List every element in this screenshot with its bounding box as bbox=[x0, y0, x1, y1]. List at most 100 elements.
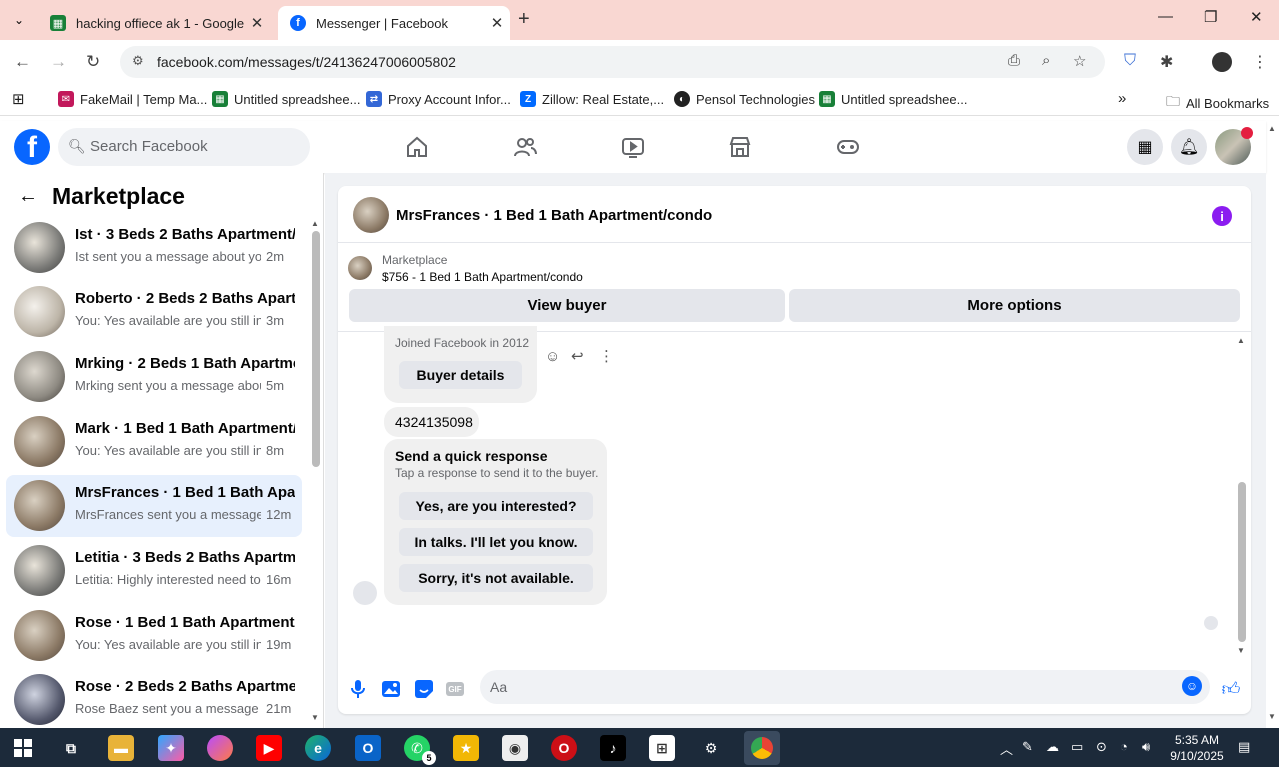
photo-icon[interactable] bbox=[380, 678, 402, 700]
medal-icon[interactable]: ★ bbox=[453, 735, 479, 761]
gaming-icon[interactable] bbox=[834, 133, 862, 161]
new-tab-button[interactable]: + bbox=[518, 8, 530, 31]
tab-messenger[interactable]: f Messenger | Facebook ✕ bbox=[278, 6, 510, 40]
outlook-icon[interactable]: O bbox=[355, 735, 381, 761]
react-icon[interactable]: ☺ bbox=[545, 348, 560, 365]
volume-icon[interactable]: 🔊︎ bbox=[1142, 739, 1150, 755]
close-icon[interactable]: ✕ bbox=[484, 14, 510, 32]
bookmark-proxy[interactable]: ⇄ Proxy Account Infor... bbox=[366, 91, 511, 107]
star-icon[interactable]: ☆ bbox=[1073, 52, 1086, 70]
youtube-icon[interactable]: ▶ bbox=[256, 735, 282, 761]
home-icon[interactable] bbox=[403, 133, 431, 161]
conversation-item[interactable]: Ist · 3 Beds 2 Baths Apartment/c... Ist … bbox=[6, 217, 302, 279]
scroll-down-arrow[interactable]: ▼ bbox=[311, 713, 319, 722]
info-icon[interactable]: i bbox=[1212, 206, 1232, 226]
location-icon[interactable]: ⊙ bbox=[1096, 739, 1107, 755]
store-icon[interactable]: ⊞ bbox=[649, 735, 675, 761]
marketplace-icon[interactable] bbox=[726, 133, 754, 161]
conversation-item[interactable]: Mrking · 2 Beds 1 Bath Apartme... Mrking… bbox=[6, 346, 302, 408]
notifications-icon[interactable]: 🔔︎ bbox=[1171, 129, 1207, 165]
site-info-icon[interactable]: ⚙ bbox=[132, 53, 144, 69]
menu-icon[interactable]: ⋮ bbox=[1252, 52, 1268, 72]
conversation-item-selected[interactable]: MrsFrances · 1 Bed 1 Bath Apart... MrsFr… bbox=[6, 475, 302, 537]
buyer-details-button[interactable]: Buyer details bbox=[399, 361, 522, 389]
chat-scroll-down[interactable]: ▼ bbox=[1237, 646, 1245, 655]
profile-avatar[interactable] bbox=[1212, 52, 1232, 72]
profile-avatar[interactable] bbox=[1215, 127, 1253, 165]
facebook-logo[interactable]: f bbox=[14, 129, 50, 165]
friends-icon[interactable] bbox=[511, 133, 539, 161]
tray-expand-icon[interactable]: ︿ bbox=[1000, 739, 1013, 758]
tab-search-button[interactable]: ⌄ bbox=[6, 8, 32, 32]
back-arrow-icon[interactable]: ← bbox=[18, 185, 38, 208]
clock[interactable]: 5:35 AM 9/10/2025 bbox=[1164, 732, 1230, 764]
tab-sheets[interactable]: ▦ hacking offiece ak 1 - Google Sh ✕ bbox=[38, 6, 270, 40]
reply-icon[interactable]: ↩ bbox=[571, 347, 584, 365]
settings-icon[interactable]: ⚙ bbox=[698, 735, 724, 761]
contact-avatar[interactable] bbox=[353, 197, 389, 233]
all-bookmarks[interactable]: 🗀 All Bookmarks bbox=[1166, 91, 1269, 115]
reload-button[interactable]: ↻ bbox=[86, 52, 100, 72]
chat-title[interactable]: MrsFrances · 1 Bed 1 Bath Apartment/cond… bbox=[396, 207, 712, 224]
more-actions-icon[interactable]: ⋮ bbox=[599, 347, 614, 365]
bookmark-spreadsheet-2[interactable]: ▦ Untitled spreadshee... bbox=[819, 91, 967, 107]
menu-grid-icon[interactable]: ▦ bbox=[1127, 129, 1163, 165]
wifi-icon[interactable]: ◔ bbox=[1120, 739, 1128, 754]
windows-start-icon[interactable] bbox=[10, 735, 36, 761]
quick-reply-button[interactable]: In talks. I'll let you know. bbox=[399, 528, 593, 556]
apps-icon[interactable]: ⊞ bbox=[12, 90, 25, 108]
back-button[interactable]: ← bbox=[14, 52, 31, 72]
chrome-taskbar-icon[interactable] bbox=[744, 731, 780, 765]
task-view-icon[interactable]: ⧉ bbox=[58, 735, 84, 761]
message-input[interactable]: Aa ☺ bbox=[480, 670, 1210, 704]
page-scroll-up[interactable]: ▲ bbox=[1268, 124, 1276, 133]
conversation-item[interactable]: Letitia · 3 Beds 2 Baths Apartme... Leti… bbox=[6, 540, 302, 602]
install-icon[interactable]: ⎙ bbox=[1008, 52, 1020, 69]
minimize-button[interactable]: — bbox=[1158, 8, 1173, 25]
bookmark-zillow[interactable]: Z Zillow: Real Estate,... bbox=[520, 91, 664, 107]
whatsapp-icon[interactable]: ✆ 5 bbox=[404, 735, 436, 765]
opera-icon[interactable]: O bbox=[551, 735, 577, 761]
microphone-icon[interactable] bbox=[347, 678, 369, 700]
page-scroll-down[interactable]: ▼ bbox=[1268, 712, 1276, 721]
cloud-icon[interactable]: ☁ bbox=[1046, 739, 1059, 755]
more-options-button[interactable]: More options bbox=[789, 289, 1240, 322]
more-bookmarks-icon[interactable]: » bbox=[1118, 90, 1126, 107]
restore-button[interactable]: ❐ bbox=[1204, 8, 1217, 26]
close-window-button[interactable]: ✕ bbox=[1250, 8, 1263, 26]
quick-reply-button[interactable]: Yes, are you interested? bbox=[399, 492, 593, 520]
bookmark-pensol[interactable]: ◐ Pensol Technologies bbox=[674, 91, 815, 107]
forward-button[interactable]: → bbox=[50, 52, 67, 72]
notification-center-icon[interactable]: ▤ bbox=[1238, 739, 1250, 755]
like-icon[interactable]: 👍︎ bbox=[1220, 678, 1242, 700]
bookmark-fakemail[interactable]: ✉ FakeMail | Temp Ma... bbox=[58, 91, 207, 107]
edge-icon[interactable]: e bbox=[305, 735, 331, 761]
emoji-icon[interactable]: ☺ bbox=[1182, 676, 1202, 696]
app-icon-2[interactable]: ◉ bbox=[502, 735, 528, 761]
scroll-up-arrow[interactable]: ▲ bbox=[311, 219, 319, 228]
conversation-item[interactable]: Rose · 2 Beds 2 Baths Apartmen... Rose B… bbox=[6, 669, 302, 728]
battery-icon[interactable]: ▭ bbox=[1071, 739, 1083, 755]
scrollbar-thumb[interactable] bbox=[312, 231, 320, 467]
conversation-item[interactable]: Roberto · 2 Beds 2 Baths Apart... You: Y… bbox=[6, 281, 302, 343]
close-icon[interactable]: ✕ bbox=[244, 14, 270, 32]
conversation-item[interactable]: Rose · 1 Bed 1 Bath Apartment/c... You: … bbox=[6, 605, 302, 667]
chat-scroll-up[interactable]: ▲ bbox=[1237, 336, 1245, 345]
bookmark-spreadsheet-1[interactable]: ▦ Untitled spreadshee... bbox=[212, 91, 360, 107]
extensions-icon[interactable]: ✱ bbox=[1160, 52, 1173, 72]
chat-scrollbar-thumb[interactable] bbox=[1238, 482, 1246, 642]
tiktok-icon[interactable]: ♪ bbox=[600, 735, 626, 761]
search-input[interactable]: 🔍︎ Search Facebook bbox=[58, 128, 310, 166]
listing-price[interactable]: $756 - 1 Bed 1 Bath Apartment/condo bbox=[382, 270, 583, 284]
quick-reply-button[interactable]: Sorry, it's not available. bbox=[399, 564, 593, 592]
vpn-extension-icon[interactable]: ⛉ bbox=[1124, 52, 1136, 70]
file-explorer-icon[interactable]: ▬ bbox=[108, 735, 134, 761]
zoom-icon[interactable]: ⌕ bbox=[1042, 52, 1050, 69]
pen-icon[interactable]: ✎ bbox=[1022, 739, 1033, 755]
address-bar[interactable]: ⚙ facebook.com/messages/t/24136247006005… bbox=[120, 46, 1105, 78]
view-buyer-button[interactable]: View buyer bbox=[349, 289, 785, 322]
gif-icon[interactable]: GIF bbox=[444, 678, 466, 700]
sticker-icon[interactable] bbox=[413, 678, 435, 700]
app-icon[interactable] bbox=[207, 735, 233, 761]
conversation-item[interactable]: Mark · 1 Bed 1 Bath Apartment/... You: Y… bbox=[6, 411, 302, 473]
